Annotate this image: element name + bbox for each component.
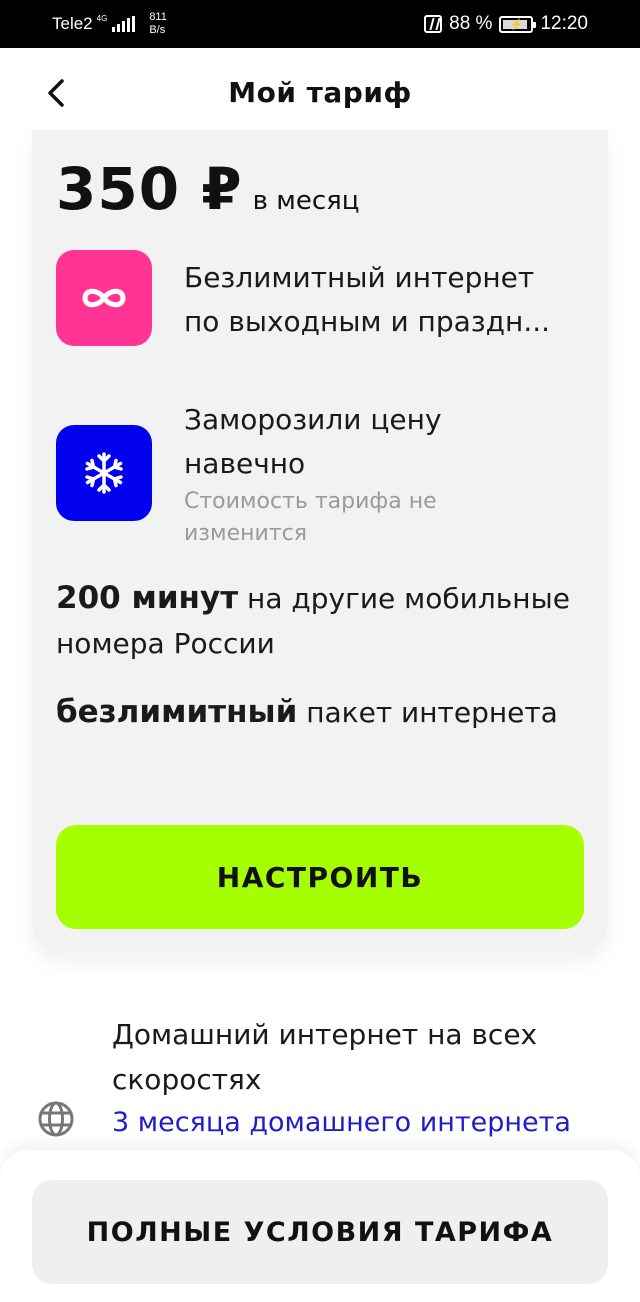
tariff-card: 350 ₽ в месяц Безлимитный интернет по вы… xyxy=(32,130,608,952)
header: Мой тариф xyxy=(0,48,640,138)
nfc-icon xyxy=(424,15,443,33)
speed-unit: B/s xyxy=(149,24,166,36)
home-internet-link[interactable]: 3 месяца домашнего интернета xyxy=(112,1100,571,1146)
network-speed: 811 B/s xyxy=(149,11,167,37)
minutes-amount: 200 минут xyxy=(56,580,239,616)
status-bar-left: Tele2 4G 811 B/s xyxy=(52,0,167,48)
home-internet-title: Домашний интернет на всех скоростях xyxy=(112,1018,538,1096)
full-terms-button[interactable]: ПОЛНЫЕ УСЛОВИЯ ТАРИФА xyxy=(32,1180,608,1284)
internet-info: безлимитный пакет интернета xyxy=(56,690,576,735)
price-row: 350 ₽ в месяц xyxy=(56,158,359,220)
status-bar: Tele2 4G 811 B/s 88 % ⚡ 12:20 xyxy=(0,0,640,48)
network-type: 4G xyxy=(96,14,108,23)
minutes-info: 200 минут на другие мобильные номера Рос… xyxy=(56,576,576,666)
bottom-sheet: ПОЛНЫЕ УСЛОВИЯ ТАРИФА xyxy=(0,1150,640,1302)
feature-unlimited-line1: Безлимитный интернет xyxy=(184,261,535,294)
globe-icon xyxy=(38,1101,74,1137)
clock: 12:20 xyxy=(540,13,588,34)
internet-description: пакет интернета xyxy=(297,696,558,729)
infinity-icon xyxy=(56,250,152,346)
battery-icon: ⚡ xyxy=(499,15,537,33)
feature-frozen-line1: Заморозили цену xyxy=(184,403,442,436)
feature-unlimited-line2: по выходным и праздн... xyxy=(184,305,551,338)
snowflake-icon xyxy=(56,425,152,521)
signal-icon xyxy=(112,16,136,32)
carrier-name: Tele2 xyxy=(52,14,93,33)
battery-percent: 88 % xyxy=(449,13,493,34)
feature-frozen-price: Заморозили цену навечно xyxy=(184,398,442,486)
price-period: в месяц xyxy=(252,186,360,216)
feature-frozen-subtitle: Стоимость тарифа не изменится xyxy=(184,489,437,546)
feature-frozen-line2: навечно xyxy=(184,447,306,480)
status-bar-right: 88 % ⚡ 12:20 xyxy=(424,0,588,48)
page-title: Мой тариф xyxy=(228,76,412,109)
setup-button[interactable]: НАСТРОИТЬ xyxy=(56,825,584,929)
internet-amount: безлимитный xyxy=(56,694,298,730)
price-value: 350 ₽ xyxy=(56,155,243,223)
speed-value: 811 xyxy=(149,11,167,23)
feature-unlimited-weekend: Безлимитный интернет по выходным и празд… xyxy=(184,256,550,344)
